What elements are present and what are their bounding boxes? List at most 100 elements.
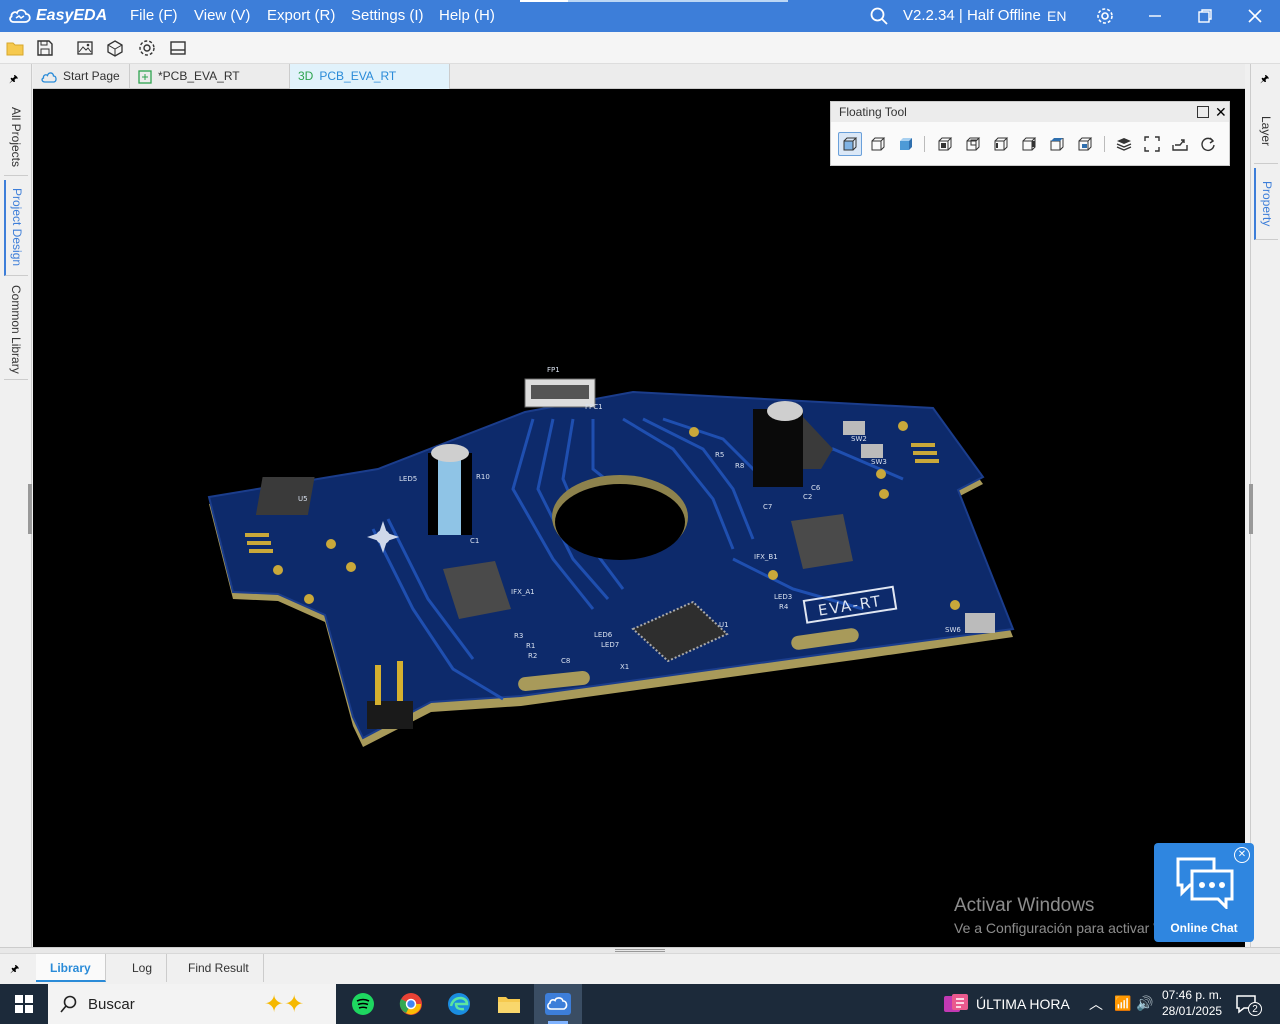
view-left-button[interactable]	[989, 132, 1013, 156]
svg-text:FP1: FP1	[547, 366, 560, 374]
chevron-up-icon[interactable]: ︿	[1089, 994, 1103, 1014]
tab-log[interactable]: Log	[118, 954, 168, 982]
left-splitter[interactable]	[28, 484, 32, 534]
notifications-button[interactable]: 2	[1236, 994, 1262, 1019]
tab-pcb-editor[interactable]: *PCB_EVA_RT	[130, 64, 290, 89]
settings-button[interactable]	[1085, 0, 1125, 32]
settings-icon	[139, 40, 155, 56]
fit-view-button[interactable]	[1140, 132, 1164, 156]
bottom-panel: 🖈 Library Log Find Result	[0, 953, 1280, 984]
switch-sw3	[861, 444, 883, 458]
language-selector[interactable]: EN	[1047, 0, 1066, 32]
view-solid-button[interactable]	[838, 132, 862, 156]
tab-label: Start Page	[63, 69, 120, 83]
close-icon[interactable]: ✕	[1215, 103, 1227, 121]
spotify-app[interactable]	[339, 984, 387, 1024]
chrome-app[interactable]	[387, 984, 435, 1024]
loading-progress-left	[520, 0, 568, 2]
switch-sw2	[843, 421, 865, 435]
model-3d-button[interactable]	[103, 36, 127, 60]
svg-text:R8: R8	[735, 462, 744, 470]
pin-icon[interactable]: 🖈	[9, 72, 18, 89]
menu-file[interactable]: File (F)	[130, 0, 178, 32]
taskbar-search[interactable]: Buscar ✦✦	[48, 984, 336, 1024]
save-button[interactable]	[33, 36, 57, 60]
switch-sw6	[965, 613, 995, 633]
right-splitter[interactable]	[1249, 484, 1253, 534]
right-panel: 🖈 Layer Property	[1249, 64, 1280, 948]
edge-icon	[448, 993, 470, 1015]
menu-view[interactable]: View (V)	[194, 0, 250, 32]
tab-library[interactable]: Library	[36, 954, 106, 982]
edge-app[interactable]	[435, 984, 483, 1024]
maximize-icon[interactable]	[1197, 106, 1209, 118]
wifi-icon[interactable]: 📶	[1114, 995, 1131, 1012]
app-logo: EasyEDA	[8, 6, 107, 26]
3d-model-icon	[107, 40, 123, 57]
volume-icon[interactable]: 🔊	[1136, 995, 1153, 1012]
open-folder-button[interactable]	[3, 36, 27, 60]
online-chat-widget[interactable]: ✕ Online Chat	[1154, 843, 1254, 942]
view-top-icon	[1050, 138, 1064, 151]
view-wire-button[interactable]	[866, 132, 890, 156]
pcb-3d-render[interactable]: EVA-RT U5 LED5 R10 C1 IFX_A1 R3 R1 R2 C8…	[33, 89, 1245, 947]
menu-help[interactable]: Help (H)	[439, 0, 495, 32]
file-explorer-app[interactable]	[485, 984, 533, 1024]
view-back-button[interactable]	[961, 132, 985, 156]
easyeda-app[interactable]	[534, 984, 582, 1024]
clock-time: 07:46 p. m.	[1162, 988, 1223, 1002]
svg-text:IFX_A1: IFX_A1	[511, 588, 535, 596]
news-headline[interactable]: ÚLTIMA HORA	[976, 996, 1070, 1012]
tab-3d-view[interactable]: 3D PCB_EVA_RT	[290, 64, 450, 89]
svg-text:R10: R10	[476, 473, 490, 481]
layers-icon	[1116, 138, 1132, 151]
floating-tool-panel: Floating Tool ✕	[830, 101, 1230, 166]
pin-icon[interactable]: 🖈	[1260, 72, 1269, 89]
3d-viewport[interactable]: EVA-RT U5 LED5 R10 C1 IFX_A1 R3 R1 R2 C8…	[33, 89, 1245, 947]
svg-text:LED5: LED5	[399, 475, 417, 483]
refresh-button[interactable]	[1196, 132, 1220, 156]
main-toolbar	[0, 32, 1280, 64]
save-icon	[37, 40, 53, 56]
view-shaded-button[interactable]	[894, 132, 918, 156]
tab-common-library[interactable]: Common Library	[4, 280, 28, 380]
view-top-button[interactable]	[1045, 132, 1069, 156]
svg-text:SW6: SW6	[945, 626, 961, 634]
document-tabs: Start Page *PCB_EVA_RT 3D PCB_EVA_RT	[33, 64, 1245, 89]
menu-export[interactable]: Export (R)	[267, 0, 335, 32]
export-image-button[interactable]	[73, 36, 97, 60]
restore-button[interactable]	[1185, 0, 1225, 32]
cloud-logo-icon	[9, 9, 31, 23]
sparkle-icon: ✦✦	[264, 991, 305, 1018]
export-view-button[interactable]	[1168, 132, 1192, 156]
close-button[interactable]	[1235, 0, 1275, 32]
svg-text:IFX_B1: IFX_B1	[754, 553, 778, 561]
view-right-button[interactable]	[1017, 132, 1041, 156]
minimize-button[interactable]	[1135, 0, 1175, 32]
tab-all-projects[interactable]: All Projects	[4, 100, 28, 176]
floating-tool-header[interactable]: Floating Tool	[831, 102, 1229, 122]
toggle-panel-button[interactable]	[166, 36, 190, 60]
tab-property[interactable]: Property	[1254, 168, 1278, 240]
layers-button[interactable]	[1112, 132, 1136, 156]
preferences-button[interactable]	[135, 36, 159, 60]
view-front-button[interactable]	[933, 132, 957, 156]
svg-text:LED6: LED6	[594, 631, 613, 639]
separator	[924, 136, 925, 152]
tab-find-result[interactable]: Find Result	[174, 954, 264, 982]
chat-close-icon[interactable]: ✕	[1234, 847, 1250, 863]
chrome-icon	[399, 993, 422, 1015]
tab-layer[interactable]: Layer	[1254, 100, 1278, 164]
svg-text:R3: R3	[514, 632, 523, 640]
search-button[interactable]	[859, 0, 899, 32]
news-widget-icon[interactable]	[944, 994, 968, 1019]
view-bottom-button[interactable]	[1073, 132, 1097, 156]
tab-start-page[interactable]: Start Page	[33, 64, 130, 89]
tab-project-design[interactable]: Project Design	[4, 180, 28, 276]
menu-settings[interactable]: Settings (I)	[351, 0, 424, 32]
pin-header	[367, 701, 413, 729]
start-button[interactable]	[0, 984, 48, 1024]
clock[interactable]: 07:46 p. m. 28/01/2025	[1162, 987, 1222, 1019]
pin-icon[interactable]: 🖈	[10, 962, 19, 979]
export-icon	[1172, 139, 1188, 151]
